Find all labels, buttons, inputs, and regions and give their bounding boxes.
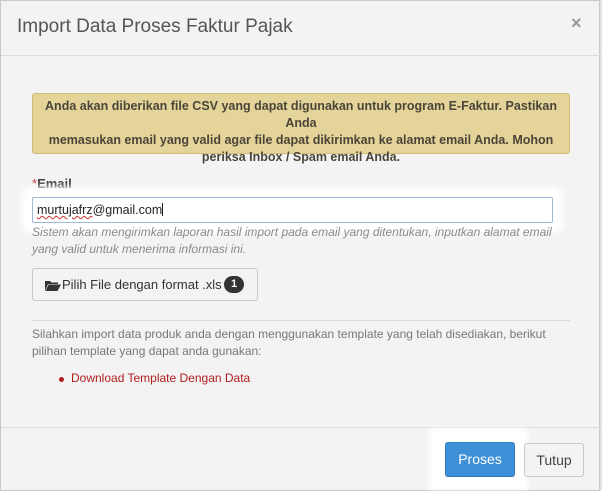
template-info: Silahkan import data produk anda dengan … — [32, 326, 572, 360]
alert-line: periksa Inbox / Spam email Anda. — [201, 150, 401, 164]
email-value: murtujafrz@gmail.com — [37, 203, 164, 217]
alert-line: memasukan email yang valid agar file dap… — [48, 133, 554, 147]
email-value-domain: @gmail.com — [92, 203, 163, 217]
email-hint: Sistem akan mengirimkan laporan hasil im… — [32, 224, 572, 258]
folder-open-icon — [45, 281, 61, 291]
modal-header: Import Data Proses Faktur Pajak × — [1, 1, 601, 56]
text-caret — [162, 203, 164, 216]
hint-line: yang valid untuk menerima informasi ini. — [32, 242, 247, 256]
close-icon[interactable]: × — [571, 13, 582, 34]
hint-line: Sistem akan mengirimkan laporan hasil im… — [32, 225, 552, 239]
footer-divider — [1, 427, 601, 428]
download-template-link[interactable]: Download Template Dengan Data — [71, 371, 250, 385]
modal-title: Import Data Proses Faktur Pajak — [17, 16, 293, 37]
email-label: *Email — [32, 176, 72, 191]
email-value-misspelled: murtujafrz — [37, 203, 93, 217]
list-bullet — [59, 377, 64, 382]
import-modal: Import Data Proses Faktur Pajak × Anda a… — [0, 0, 601, 491]
choose-file-button[interactable]: Pilih File dengan format .xls 1 — [32, 268, 258, 301]
info-line: pilihan template yang dapat anda gunakan… — [32, 344, 262, 358]
tutup-button[interactable]: Tutup — [524, 443, 584, 477]
info-line: Silahkan import data produk anda dengan … — [32, 327, 546, 341]
info-alert: Anda akan diberikan file CSV yang dapat … — [32, 93, 570, 164]
section-divider — [32, 320, 570, 321]
choose-file-label: Pilih File dengan format .xls — [62, 277, 222, 292]
email-label-text: Email — [37, 176, 72, 191]
alert-line: Anda akan diberikan file CSV yang dapat … — [45, 99, 557, 130]
file-count-badge: 1 — [224, 276, 244, 293]
proses-button[interactable]: Proses — [445, 442, 515, 477]
